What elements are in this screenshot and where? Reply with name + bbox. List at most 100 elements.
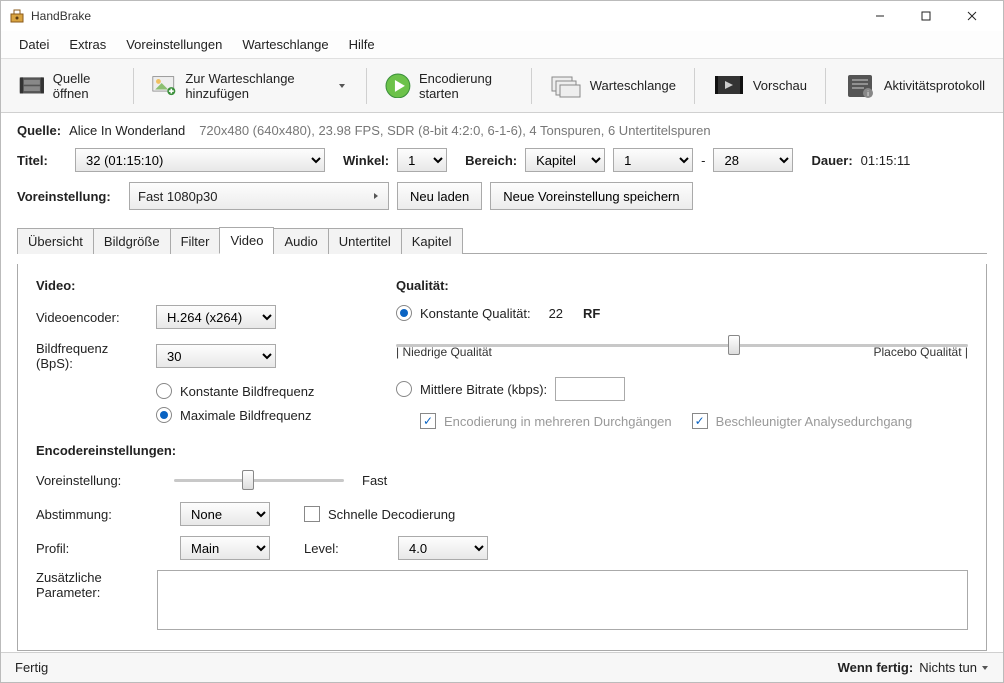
range-type-select[interactable]: Kapitel	[525, 148, 605, 172]
turbo-checkbox[interactable]: ✓ Beschleunigter Analysedurchgang	[692, 413, 913, 429]
preset-value: Fast 1080p30	[138, 189, 218, 204]
activity-log-label: Aktivitätsprotokoll	[884, 78, 985, 93]
cq-unit: RF	[583, 306, 600, 321]
menu-extras[interactable]: Extras	[59, 33, 116, 56]
start-encode-label: Encodierung starten	[419, 71, 513, 101]
profile-label: Profil:	[36, 541, 166, 556]
check-off-icon: ✓	[304, 506, 320, 522]
chevron-down-icon	[981, 664, 989, 672]
check-on-icon: ✓	[420, 413, 436, 429]
enc-preset-label: Voreinstellung:	[36, 473, 166, 488]
tab-audio[interactable]: Audio	[273, 228, 328, 254]
source-name: Alice In Wonderland	[69, 123, 185, 138]
status-text: Fertig	[15, 660, 48, 675]
range-label: Bereich:	[465, 153, 517, 168]
queue-button[interactable]: Warteschlange	[540, 69, 686, 103]
preset-select[interactable]: Fast 1080p30	[129, 182, 389, 210]
profile-select[interactable]: Main	[180, 536, 270, 560]
angle-label: Winkel:	[343, 153, 389, 168]
tab-video[interactable]: Video	[219, 227, 274, 254]
angle-select[interactable]: 1	[397, 148, 447, 172]
title-select[interactable]: 32 (01:15:10)	[75, 148, 325, 172]
tab-dimensions[interactable]: Bildgröße	[93, 228, 171, 254]
fps-select[interactable]: 30	[156, 344, 276, 368]
picture-plus-icon	[152, 73, 178, 99]
fastdecode-checkbox[interactable]: ✓ Schnelle Decodierung	[304, 506, 508, 522]
encoder-label: Videoencoder:	[36, 310, 146, 325]
bitrate-input[interactable]	[555, 377, 625, 401]
radio-off-icon	[396, 381, 412, 397]
menu-help[interactable]: Hilfe	[339, 33, 385, 56]
activity-log-button[interactable]: i Aktivitätsprotokoll	[834, 69, 995, 103]
film-icon	[19, 73, 45, 99]
tab-overview[interactable]: Übersicht	[17, 228, 94, 254]
play-icon	[385, 73, 411, 99]
queue-icon	[550, 73, 582, 99]
maximize-button[interactable]	[903, 1, 949, 31]
video-heading: Video:	[36, 278, 336, 293]
fps-label: Bildfrequenz (BpS):	[36, 341, 146, 371]
chevron-right-icon	[372, 192, 380, 200]
menu-bar: Datei Extras Voreinstellungen Warteschla…	[1, 31, 1003, 59]
window-title: HandBrake	[31, 9, 91, 23]
tab-subtitles[interactable]: Untertitel	[328, 228, 402, 254]
range-from-select[interactable]: 1	[613, 148, 693, 172]
log-icon: i	[844, 73, 876, 99]
when-done-select[interactable]: Nichts tun	[919, 660, 989, 675]
constant-quality-radio[interactable]: Konstante Qualität: 22 RF	[396, 305, 968, 321]
avg-bitrate-radio[interactable]: Mittlere Bitrate (kbps):	[396, 377, 968, 401]
radio-off-icon	[156, 383, 172, 399]
add-queue-dropdown[interactable]	[335, 82, 348, 90]
preview-label: Vorschau	[753, 78, 807, 93]
level-label: Level:	[304, 541, 384, 556]
reload-preset-button[interactable]: Neu laden	[397, 182, 482, 210]
check-on-icon: ✓	[692, 413, 708, 429]
source-meta: 720x480 (640x480), 23.98 FPS, SDR (8-bit…	[199, 123, 710, 138]
quality-heading: Qualität:	[396, 278, 968, 293]
app-icon	[9, 8, 25, 24]
save-preset-button[interactable]: Neue Voreinstellung speichern	[490, 182, 692, 210]
queue-label: Warteschlange	[590, 78, 676, 93]
quality-low-label: | Niedrige Qualität	[396, 345, 492, 359]
encoder-settings-heading: Encodereinstellungen:	[36, 443, 968, 458]
cq-value: 22	[549, 306, 563, 321]
preview-icon	[713, 73, 745, 99]
start-encode-button[interactable]: Encodierung starten	[375, 67, 523, 105]
range-sep: -	[701, 153, 705, 168]
extra-params-input[interactable]	[157, 570, 968, 630]
slider-thumb-icon[interactable]	[242, 470, 254, 490]
tune-label: Abstimmung:	[36, 507, 166, 522]
close-button[interactable]	[949, 1, 995, 31]
twopass-checkbox[interactable]: ✓ Encodierung in mehreren Durchgängen	[420, 413, 672, 429]
peak-fps-radio[interactable]: Maximale Bildfrequenz	[156, 407, 336, 423]
menu-queue[interactable]: Warteschlange	[232, 33, 338, 56]
open-source-label: Quelle öffnen	[53, 71, 115, 101]
source-label: Quelle:	[17, 123, 61, 138]
preset-label: Voreinstellung:	[17, 189, 121, 204]
title-label: Titel:	[17, 153, 67, 168]
quality-high-label: Placebo Qualität |	[873, 345, 968, 359]
encoder-select[interactable]: H.264 (x264)	[156, 305, 276, 329]
menu-presets[interactable]: Voreinstellungen	[116, 33, 232, 56]
tab-chapters[interactable]: Kapitel	[401, 228, 463, 254]
menu-file[interactable]: Datei	[9, 33, 59, 56]
when-done-label: Wenn fertig:	[838, 660, 914, 675]
tab-filters[interactable]: Filter	[170, 228, 221, 254]
open-source-button[interactable]: Quelle öffnen	[9, 67, 125, 105]
slider-thumb-icon[interactable]	[728, 335, 740, 355]
add-queue-button[interactable]: Zur Warteschlange hinzufügen	[142, 67, 359, 105]
radio-on-icon	[396, 305, 412, 321]
tune-select[interactable]: None	[180, 502, 270, 526]
duration-label: Dauer:	[811, 153, 852, 168]
duration-value: 01:15:11	[861, 153, 911, 168]
enc-preset-slider[interactable]	[174, 468, 344, 492]
level-select[interactable]: 4.0	[398, 536, 488, 560]
minimize-button[interactable]	[857, 1, 903, 31]
enc-preset-value: Fast	[362, 473, 387, 488]
radio-on-icon	[156, 407, 172, 423]
extra-label: Zusätzliche Parameter:	[36, 570, 149, 600]
preview-button[interactable]: Vorschau	[703, 69, 817, 103]
range-to-select[interactable]: 28	[713, 148, 793, 172]
constant-fps-radio[interactable]: Konstante Bildfrequenz	[156, 383, 336, 399]
add-queue-label: Zur Warteschlange hinzufügen	[185, 71, 327, 101]
